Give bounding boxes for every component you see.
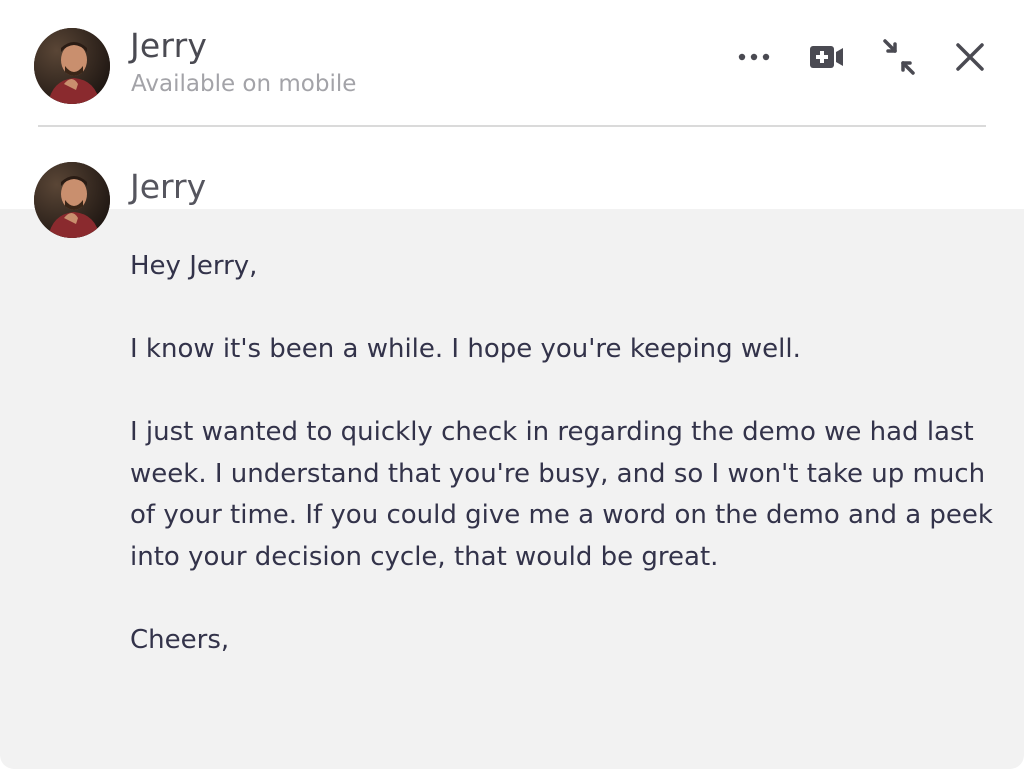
minimize-button[interactable] bbox=[876, 34, 922, 80]
message-body: Hey Jerry, I know it's been a while. I h… bbox=[130, 246, 1000, 703]
close-button[interactable] bbox=[947, 34, 993, 80]
video-call-icon bbox=[810, 46, 843, 68]
message-signoff: Cheers, bbox=[130, 624, 230, 655]
more-options-button[interactable] bbox=[731, 34, 777, 80]
header-divider bbox=[38, 125, 986, 127]
message-greeting: Hey Jerry, bbox=[130, 251, 258, 281]
close-icon bbox=[956, 43, 984, 71]
contact-status: Available on mobile bbox=[131, 71, 357, 97]
sender-name: Jerry bbox=[130, 167, 207, 206]
message-paragraph: I know it's been a while. I hope you're … bbox=[130, 334, 801, 364]
minimize-icon bbox=[883, 39, 915, 75]
contact-name: Jerry bbox=[130, 26, 208, 65]
sender-avatar[interactable] bbox=[34, 162, 110, 238]
message-paragraph: I just wanted to quickly check in regard… bbox=[130, 417, 993, 572]
chat-header: Jerry Available on mobile bbox=[0, 0, 1024, 126]
video-call-button[interactable] bbox=[804, 34, 850, 80]
contact-avatar[interactable] bbox=[34, 28, 110, 104]
more-horizontal-icon bbox=[738, 53, 770, 61]
